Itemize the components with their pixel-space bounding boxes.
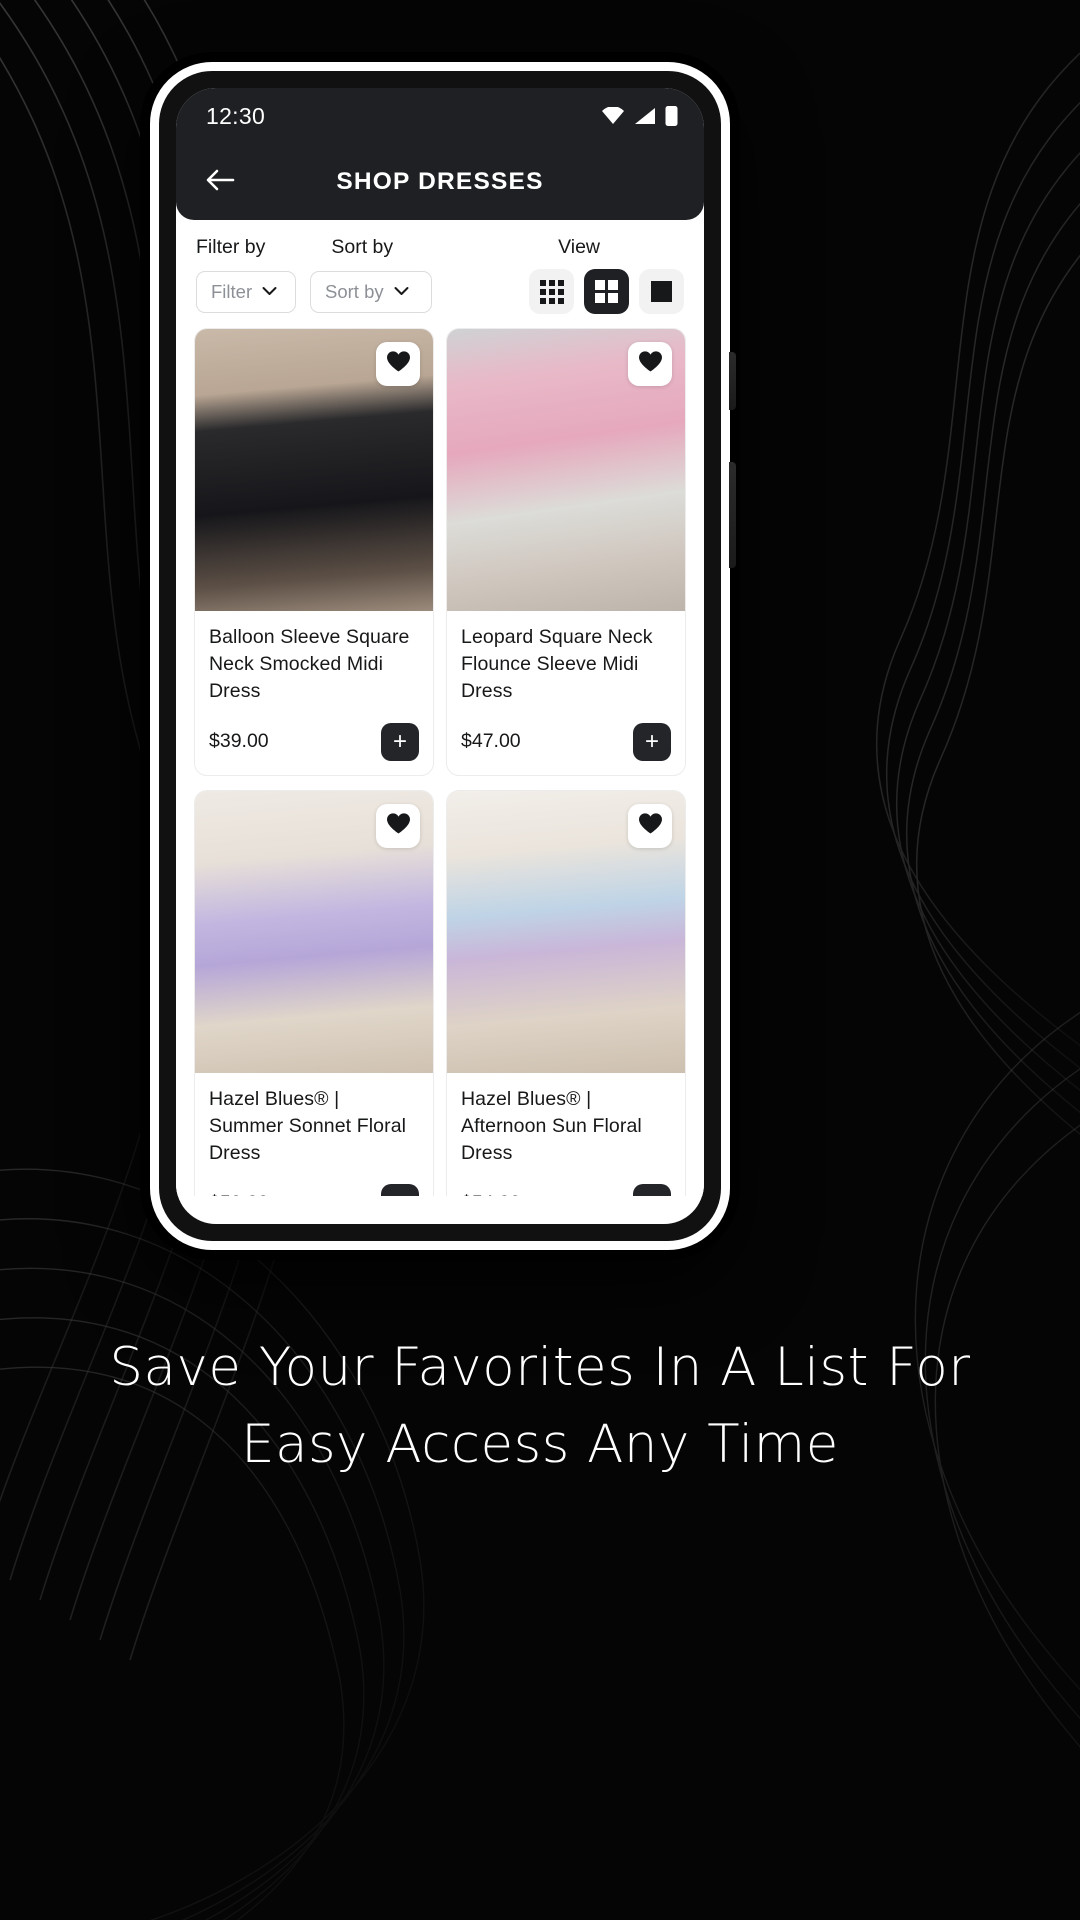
product-price: $39.00 — [209, 730, 269, 753]
favorite-button[interactable] — [628, 803, 672, 848]
single-square-icon — [651, 281, 672, 302]
add-to-cart-button[interactable]: + — [633, 1184, 671, 1196]
status-icons — [601, 105, 678, 127]
chevron-down-icon — [394, 283, 409, 301]
view-toggle-group — [529, 269, 684, 314]
product-image — [195, 329, 433, 611]
product-card[interactable]: Hazel Blues® | Summer Sonnet Floral Dres… — [194, 789, 434, 1196]
product-footer: $47.00 + — [461, 705, 671, 761]
status-bar: 12:30 — [176, 88, 704, 144]
filter-sort-bar: Filter by Sort by View Filter Sort by — [176, 220, 704, 328]
caption-line-2: Easy Access Any Time — [241, 1413, 839, 1475]
product-info: Hazel Blues® | Afternoon Sun Floral Dres… — [447, 1073, 685, 1196]
filter-bar-labels: Filter by Sort by View — [196, 236, 684, 259]
favorite-button[interactable] — [628, 342, 672, 386]
phone-mockup: 12:30 SHOP DRESSES Filter by Sort by Vie… — [150, 62, 736, 1250]
wifi-icon — [601, 107, 625, 125]
product-title: Hazel Blues® | Summer Sonnet Floral Dres… — [209, 1087, 407, 1164]
product-card[interactable]: Balloon Sleeve Square Neck Smocked Midi … — [194, 328, 434, 776]
phone-screen: 12:30 SHOP DRESSES Filter by Sort by Vie… — [176, 88, 704, 1224]
favorite-button[interactable] — [376, 342, 420, 386]
sort-select-value: Sort by — [325, 280, 384, 302]
add-to-cart-button[interactable]: + — [381, 1184, 419, 1196]
product-row: Hazel Blues® | Summer Sonnet Floral Dres… — [194, 789, 686, 1196]
view-toggle-grid-2x2[interactable] — [584, 269, 629, 314]
battery-icon — [665, 105, 678, 127]
product-footer: $39.00 + — [209, 705, 419, 761]
heart-filled-icon — [638, 350, 663, 378]
product-price: $54.00 — [461, 1192, 521, 1196]
grid-2x2-icon — [594, 279, 619, 304]
caption-line-1: Save Your Favorites In A List For — [109, 1337, 971, 1398]
view-label: View — [558, 236, 600, 258]
product-info: Leopard Square Neck Flounce Sleeve Midi … — [447, 611, 685, 775]
chevron-down-icon — [262, 283, 277, 301]
favorite-button[interactable] — [376, 803, 420, 848]
filter-bar-controls: Filter Sort by — [196, 269, 684, 314]
add-to-cart-button[interactable]: + — [381, 722, 419, 761]
product-image — [447, 329, 685, 611]
view-toggle-grid-3x3[interactable] — [529, 269, 574, 314]
product-title: Balloon Sleeve Square Neck Smocked Midi … — [209, 626, 410, 702]
filter-by-label: Filter by — [196, 236, 266, 258]
product-grid[interactable]: Balloon Sleeve Square Neck Smocked Midi … — [176, 328, 704, 1196]
product-image — [447, 790, 685, 1073]
product-info: Hazel Blues® | Summer Sonnet Floral Dres… — [195, 1073, 433, 1196]
heart-filled-icon — [386, 812, 411, 840]
product-title: Leopard Square Neck Flounce Sleeve Midi … — [461, 626, 653, 702]
heart-filled-icon — [638, 812, 663, 840]
product-info: Balloon Sleeve Square Neck Smocked Midi … — [195, 611, 433, 775]
heart-filled-icon — [386, 350, 411, 378]
product-title: Hazel Blues® | Afternoon Sun Floral Dres… — [461, 1087, 642, 1164]
app-bar: SHOP DRESSES — [176, 144, 704, 220]
product-price: $59.00 — [209, 1192, 269, 1196]
arrow-left-icon — [205, 167, 235, 198]
add-to-cart-button[interactable]: + — [633, 722, 671, 761]
phone-side-button-volume — [729, 352, 736, 410]
product-footer: $54.00 + — [461, 1166, 671, 1196]
page-title: SHOP DRESSES — [336, 168, 544, 195]
back-button[interactable] — [198, 160, 242, 204]
product-row: Balloon Sleeve Square Neck Smocked Midi … — [194, 328, 686, 776]
filter-select[interactable]: Filter — [196, 270, 296, 313]
grid-3x3-icon — [539, 279, 564, 304]
filter-select-value: Filter — [211, 280, 253, 302]
product-price: $47.00 — [461, 730, 521, 753]
promo-caption: Save Your Favorites In A List For Easy A… — [0, 1330, 1080, 1484]
signal-icon — [634, 107, 656, 125]
product-card[interactable]: Leopard Square Neck Flounce Sleeve Midi … — [446, 328, 686, 776]
product-card[interactable]: Hazel Blues® | Afternoon Sun Floral Dres… — [446, 789, 686, 1196]
product-footer: $59.00 + — [209, 1166, 419, 1196]
phone-side-button-power — [729, 462, 736, 568]
status-time: 12:30 — [206, 102, 266, 129]
product-image — [195, 790, 433, 1073]
sort-by-label: Sort by — [331, 236, 394, 258]
sort-select[interactable]: Sort by — [310, 270, 432, 313]
view-toggle-single[interactable] — [639, 269, 684, 314]
